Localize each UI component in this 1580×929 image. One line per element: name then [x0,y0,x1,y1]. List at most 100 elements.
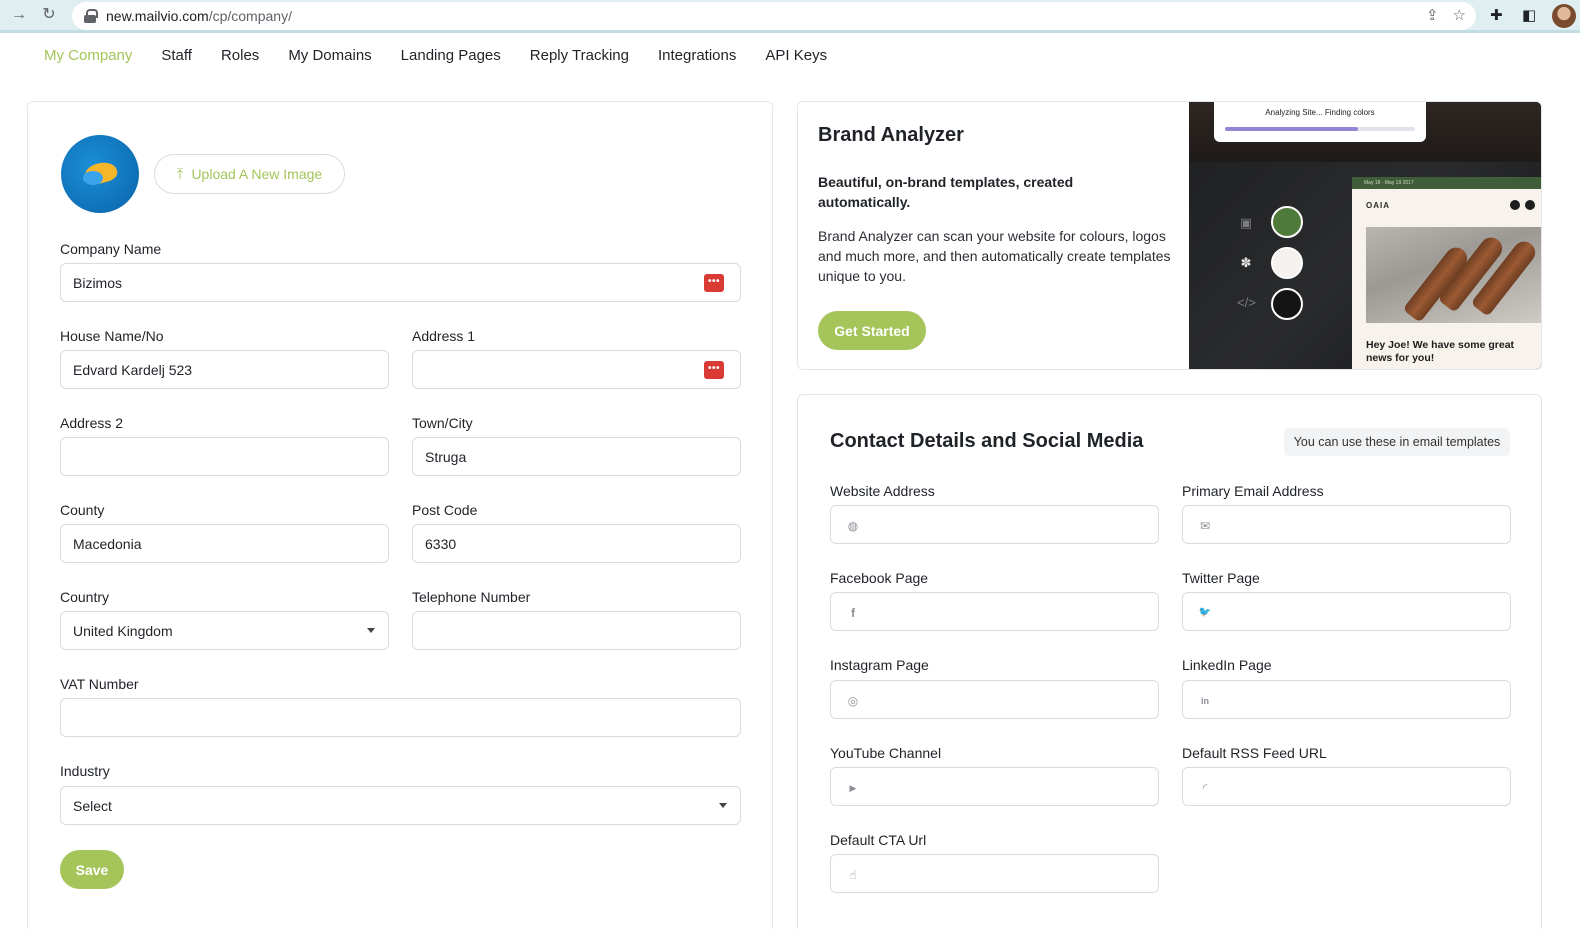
preview-social-icon [1525,200,1535,210]
share-icon[interactable]: ⇪ [1426,6,1439,24]
telephone-input[interactable] [412,611,741,650]
tab-staff[interactable]: Staff [161,47,192,64]
facebook-label: Facebook Page [830,570,929,586]
industry-select[interactable]: Select [60,786,741,825]
twitter-label: Twitter Page [1182,570,1260,586]
star-icon[interactable]: ☆ [1453,6,1466,24]
linkedin-label: LinkedIn Page [1182,657,1272,673]
globe-icon: ◍ [847,519,859,533]
rss-icon: ◜ [1202,781,1208,795]
twitter-input[interactable]: 🐦 [1182,592,1511,631]
sidebar-icon[interactable]: ◧ [1522,6,1536,24]
contact-details-card: Contact Details and Social Media You can… [797,394,1542,929]
chevron-down-icon [367,628,375,633]
preview-social-icon [1510,200,1520,210]
brand-analyzer-illustration: Analyzing Site... Finding colors ▣ ✽ </>… [1189,102,1541,369]
company-name-input[interactable]: Bizimos ••• [60,263,741,302]
color-swatch [1271,288,1303,320]
preview-photo [1366,227,1541,323]
brand-analyzer-card: Brand Analyzer Beautiful, on-brand templ… [797,101,1542,370]
pointer-hand-icon: ☝ [849,868,857,882]
preview-logo: OAIA [1366,201,1390,210]
company-name-label: Company Name [60,241,162,257]
linkedin-input[interactable]: in [1182,680,1511,719]
templates-hint-badge: You can use these in email templates [1284,428,1510,456]
instagram-input[interactable]: ◎ [830,680,1159,719]
brand-analyzer-title: Brand Analyzer [818,124,964,146]
address-bar[interactable]: new.mailvio.com/cp/company/ ⇪ ☆ [72,2,1476,30]
profile-avatar[interactable] [1552,4,1576,28]
reload-icon[interactable]: ↻ [38,4,60,26]
url-text: new.mailvio.com/cp/company/ [106,8,292,24]
vat-label: VAT Number [60,676,139,692]
county-input[interactable]: Macedonia [60,524,389,563]
analyzing-progress [1225,127,1415,131]
youtube-icon: ▶ [849,783,857,793]
brand-analyzer-description: Brand Analyzer can scan your website for… [818,228,1171,284]
save-button[interactable]: Save [60,850,124,889]
company-details-card: ⤒ Upload A New Image Company Name Bizimo… [27,101,773,929]
palette-icon: ✽ [1240,255,1252,270]
facebook-input[interactable]: f [830,592,1159,631]
vat-input[interactable] [60,698,741,737]
town-label: Town/City [412,415,473,431]
postcode-label: Post Code [412,502,478,518]
country-label: Country [60,589,110,605]
password-manager-icon[interactable]: ••• [704,274,724,292]
company-logo [61,135,139,213]
rss-label: Default RSS Feed URL [1182,745,1327,761]
address1-input[interactable]: ••• [412,350,741,389]
extensions-icon[interactable]: ✚ [1490,6,1503,24]
tab-roles[interactable]: Roles [221,47,259,64]
tab-integrations[interactable]: Integrations [658,47,736,64]
tab-landing-pages[interactable]: Landing Pages [401,47,501,64]
analyzing-status: Analyzing Site... Finding colors [1214,102,1426,142]
image-icon: ▣ [1239,215,1253,230]
town-input[interactable]: Struga [412,437,741,476]
upload-image-button[interactable]: ⤒ Upload A New Image [154,154,345,194]
house-label: House Name/No [60,328,164,344]
password-manager-icon[interactable]: ••• [704,361,724,379]
twitter-icon: 🐦 [1198,607,1212,618]
get-started-button[interactable]: Get Started [818,311,926,350]
brand-analyzer-subtitle: Beautiful, on-brand templates, created a… [818,174,1074,210]
tab-my-company[interactable]: My Company [44,47,132,64]
address1-label: Address 1 [412,328,476,344]
address2-input[interactable] [60,437,389,476]
chevron-down-icon [719,803,727,808]
email-label: Primary Email Address [1182,483,1324,499]
code-icon: </> [1237,295,1256,310]
county-label: County [60,502,105,518]
upload-icon: ⤒ [176,165,184,183]
email-input[interactable]: ✉ [1182,505,1511,544]
tab-my-domains[interactable]: My Domains [288,47,371,64]
telephone-label: Telephone Number [412,589,531,605]
linkedin-icon: in [1201,696,1209,706]
color-swatch [1271,247,1303,279]
website-label: Website Address [830,483,935,499]
address2-label: Address 2 [60,415,124,431]
color-swatch [1271,206,1303,238]
house-input[interactable]: Edvard Kardelj 523 [60,350,389,389]
country-select[interactable]: United Kingdom [60,611,389,650]
envelope-icon: ✉ [1199,519,1211,533]
browser-toolbar: → ↻ new.mailvio.com/cp/company/ ⇪ ☆ ✚ ◧ [0,0,1580,33]
tab-api-keys[interactable]: API Keys [765,47,827,64]
tab-reply-tracking[interactable]: Reply Tracking [530,47,629,64]
industry-label: Industry [60,763,110,779]
company-tabs: My Company Staff Roles My Domains Landin… [44,47,827,64]
contact-title: Contact Details and Social Media [830,430,1144,452]
email-template-preview: May 18 - May 19 2017 OAIA Hey Joe! We ha… [1352,177,1541,369]
postcode-input[interactable]: 6330 [412,524,741,563]
cta-url-input[interactable]: ☝ [830,854,1159,893]
cta-url-label: Default CTA Url [830,832,927,848]
facebook-icon: f [851,606,855,620]
website-input[interactable]: ◍ [830,505,1159,544]
forward-arrow-icon[interactable]: → [8,4,30,26]
instagram-label: Instagram Page [830,657,929,673]
youtube-label: YouTube Channel [830,745,942,761]
rss-input[interactable]: ◜ [1182,767,1511,806]
instagram-icon: ◎ [847,694,859,708]
lock-icon [84,9,98,23]
youtube-input[interactable]: ▶ [830,767,1159,806]
